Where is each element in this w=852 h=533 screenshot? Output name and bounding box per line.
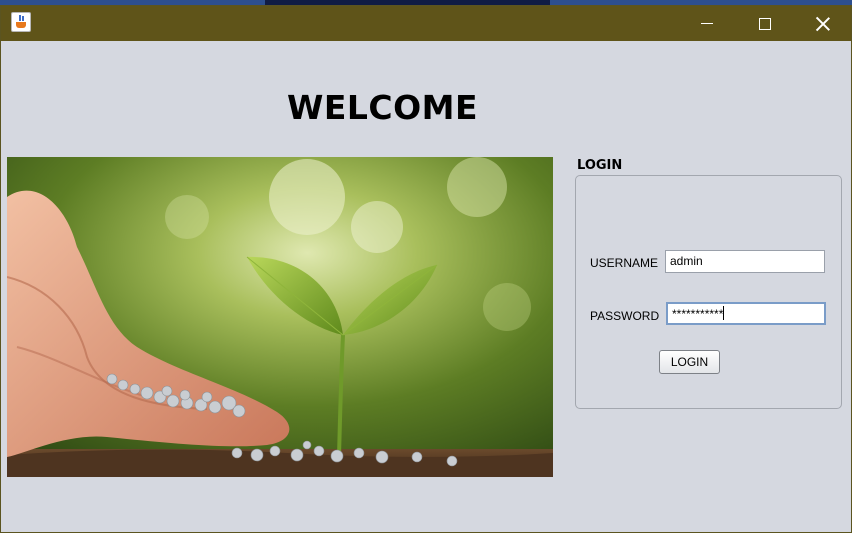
login-panel-title: LOGIN <box>577 158 623 173</box>
password-label: PASSWORD <box>590 309 660 323</box>
close-icon <box>816 17 830 31</box>
welcome-heading: WELCOME <box>286 88 479 127</box>
title-bar[interactable] <box>1 6 851 41</box>
maximize-button[interactable] <box>736 6 794 41</box>
password-mask: *********** <box>672 307 724 321</box>
username-field[interactable]: admin <box>665 250 825 273</box>
maximize-icon <box>759 17 771 30</box>
seedling-photo <box>7 157 553 477</box>
login-button[interactable]: LOGIN <box>659 350 720 374</box>
text-caret <box>723 306 725 320</box>
minimize-button[interactable] <box>678 6 736 41</box>
java-icon[interactable] <box>11 12 31 32</box>
close-button[interactable] <box>794 6 852 41</box>
minimize-icon <box>701 23 713 24</box>
username-label: USERNAME <box>590 256 659 270</box>
password-field[interactable]: *********** <box>666 302 826 325</box>
